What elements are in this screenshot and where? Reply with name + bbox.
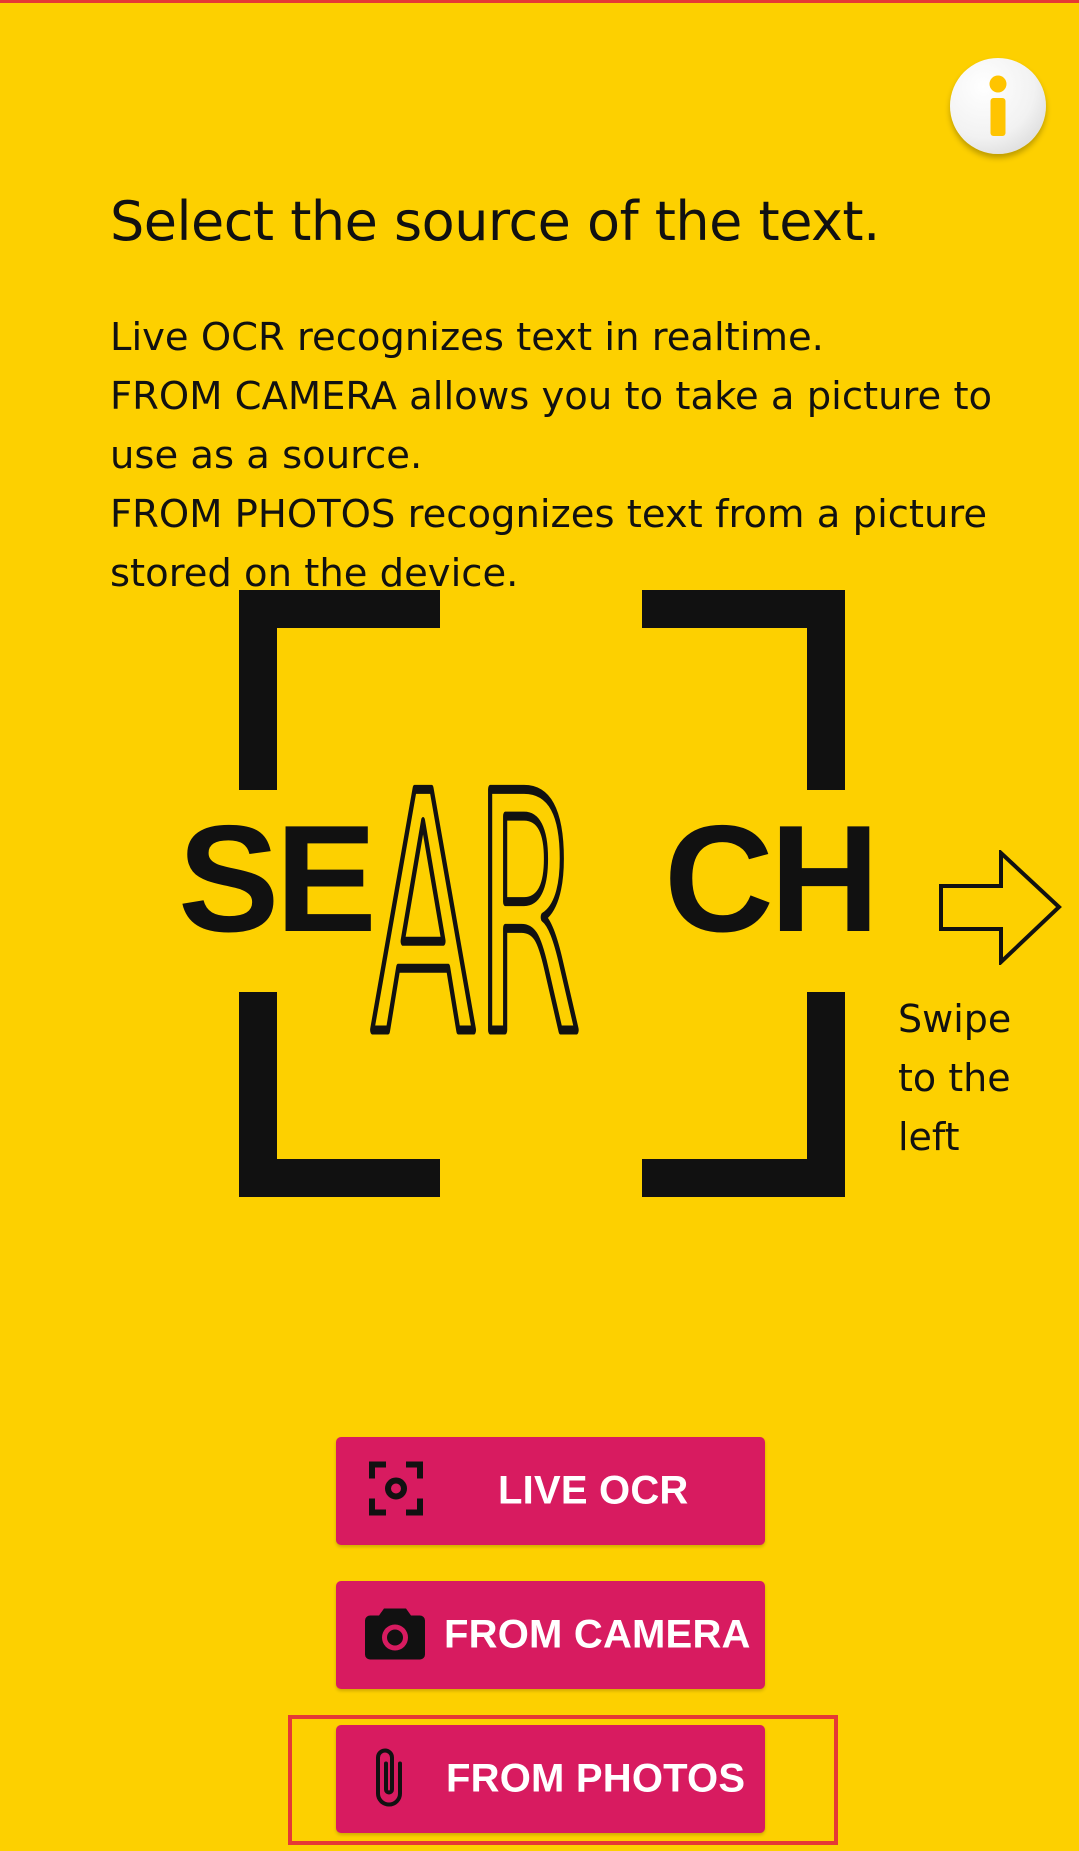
instruction-line: use as a source. (110, 433, 423, 478)
instructions-title: Select the source of the text. (110, 190, 880, 253)
focus-frame-icon (368, 1461, 424, 1522)
logo-text-ch: CH (664, 794, 876, 964)
logo-text-ar: AR (371, 724, 581, 1108)
instruction-line: FROM CAMERA allows you to take a picture… (110, 374, 993, 419)
paperclip-icon (370, 1744, 410, 1815)
live-ocr-label: LIVE OCR (498, 1468, 689, 1513)
logo-word-right: CH (664, 794, 886, 964)
from-camera-button[interactable]: FROM CAMERA (336, 1581, 765, 1689)
top-highlight-border (0, 0, 1079, 3)
swipe-hint-line: Swipe (898, 997, 1012, 1041)
from-camera-label: FROM CAMERA (444, 1612, 751, 1657)
logo-text-se: SE (178, 794, 373, 964)
logo-word-center: AR (367, 720, 586, 1113)
search-ar-logo: SE CH AR (178, 590, 886, 1197)
main-screen: Select the source of the text. Live OCR … (0, 0, 1079, 1851)
arrow-right-icon (939, 850, 1062, 965)
from-photos-label: FROM PHOTOS (446, 1756, 746, 1801)
swipe-hint-line: left (898, 1115, 960, 1159)
camera-icon (364, 1605, 426, 1666)
swipe-hint-text: Swipe to the left (898, 990, 1068, 1167)
instructions-body: Live OCR recognizes text in realtime. FR… (110, 308, 1040, 603)
info-button[interactable] (950, 58, 1046, 154)
info-icon (989, 75, 1007, 136)
live-ocr-button[interactable]: LIVE OCR (336, 1437, 765, 1545)
instruction-line: FROM PHOTOS recognizes text from a pictu… (110, 492, 988, 537)
instruction-line: Live OCR recognizes text in realtime. (110, 315, 824, 360)
swipe-hint-line: to the (898, 1056, 1011, 1100)
logo-word-left: SE (178, 794, 377, 964)
from-photos-button[interactable]: FROM PHOTOS (336, 1725, 765, 1833)
